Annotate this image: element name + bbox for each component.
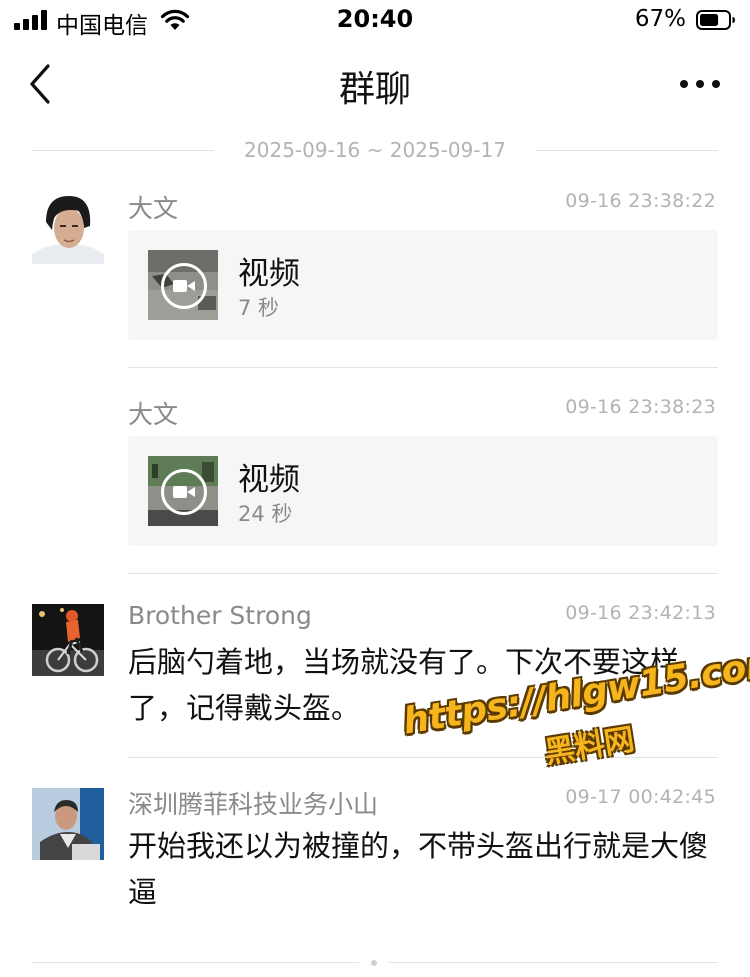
sender-name: 大文: [128, 194, 179, 223]
sender-name: 大文: [128, 400, 179, 429]
nav-bar: 群聊: [0, 48, 750, 118]
video-thumbnail: [148, 250, 218, 320]
date-range-header: 2025-09-16 ~ 2025-09-17: [32, 138, 718, 164]
more-dots-icon: [680, 80, 720, 88]
video-label: 视频: [238, 256, 300, 292]
avatar[interactable]: [32, 604, 104, 676]
avatar[interactable]: [32, 788, 104, 860]
message-divider: [128, 573, 718, 574]
page-title: 群聊: [338, 69, 411, 110]
message-time: 09-17 00:42:45: [565, 786, 716, 808]
video-play-icon: [161, 469, 207, 515]
message-text: 开始我还以为被撞的，不带头盔出行就是大傻逼: [128, 829, 709, 909]
divider-right: [535, 150, 718, 151]
video-duration: 7 秒: [238, 296, 280, 320]
sender-name: Brother Strong: [128, 601, 312, 630]
message-time: 09-16 23:38:23: [565, 396, 716, 418]
bottom-dot: [371, 960, 377, 966]
battery-icon: [696, 10, 735, 30]
message-time: 09-16 23:38:22: [565, 190, 716, 212]
more-button[interactable]: [678, 70, 722, 98]
sender-name: 深圳腾菲科技业务小山: [128, 790, 379, 819]
bottom-separator: [32, 960, 718, 966]
message-time: 09-16 23:42:13: [565, 602, 716, 624]
video-thumbnail: [148, 456, 218, 526]
message-divider: [128, 757, 718, 758]
status-bar: 中国电信 20:40 67%: [0, 0, 750, 44]
video-duration: 24 秒: [238, 502, 293, 526]
video-play-icon: [161, 263, 207, 309]
video-label: 视频: [238, 462, 300, 498]
video-message-card[interactable]: 视频 24 秒: [128, 436, 718, 546]
battery-percent: 67%: [634, 6, 686, 32]
avatar[interactable]: [32, 192, 104, 264]
message-text: 后脑勺着地，当场就没有了。下次不要这样了，记得戴头盔。: [128, 645, 680, 725]
message-divider: [128, 367, 718, 368]
video-message-card[interactable]: 视频 7 秒: [128, 230, 718, 340]
